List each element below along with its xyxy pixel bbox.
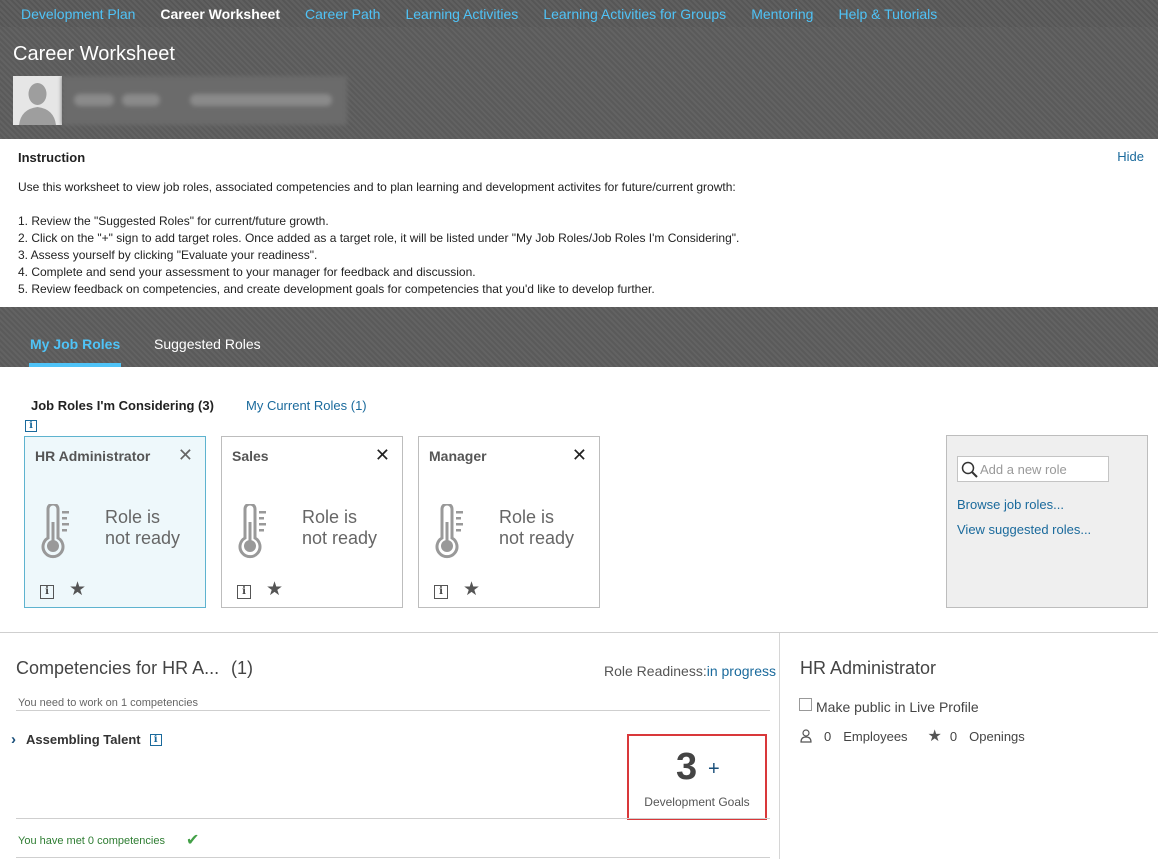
- star-icon: ★: [927, 728, 942, 745]
- right-panel-title: HR Administrator: [800, 658, 937, 678]
- role-readiness: Role Readiness:in progress: [604, 663, 776, 679]
- avatar: [13, 76, 62, 125]
- instruction-step: 2. Click on the "+" sign to add target r…: [18, 231, 740, 245]
- instruction-step: 3. Assess yourself by clicking "Evaluate…: [18, 248, 318, 262]
- need-work-text: You need to work on 1 competencies: [18, 697, 198, 709]
- instruction-panel: Instruction Hide Use this worksheet to v…: [0, 139, 1158, 307]
- section-divider: [0, 632, 1158, 633]
- chevron-right-icon[interactable]: ›: [11, 731, 16, 748]
- add-goal-icon[interactable]: +: [708, 759, 720, 779]
- role-status: Role is not ready: [499, 507, 574, 549]
- thermometer-icon: [238, 504, 266, 559]
- nav-learning-activities[interactable]: Learning Activities: [405, 6, 518, 22]
- role-status: Role is not ready: [302, 507, 377, 549]
- role-status: Role is not ready: [105, 507, 180, 549]
- nav-learning-activities-groups[interactable]: Learning Activities for Groups: [543, 6, 726, 22]
- instruction-step: 4. Complete and send your assessment to …: [18, 265, 476, 279]
- page-header: Career Worksheet: [0, 27, 1158, 139]
- info-icon[interactable]: i: [25, 420, 37, 432]
- page-title: Career Worksheet: [13, 43, 175, 65]
- person-icon: [800, 729, 812, 743]
- role-card-sales[interactable]: Sales ✕ Role is not ready i ★: [221, 436, 403, 608]
- close-icon[interactable]: ✕: [375, 446, 390, 464]
- subtab-roles-considering[interactable]: Job Roles I'm Considering (3): [31, 398, 214, 413]
- role-card-title: Sales: [232, 448, 269, 464]
- nav-development-plan[interactable]: Development Plan: [21, 6, 135, 22]
- thermometer-icon: [435, 504, 463, 559]
- development-goals-button[interactable]: 3 + Development Goals: [627, 734, 767, 820]
- role-card-title: HR Administrator: [35, 448, 151, 464]
- tab-suggested-roles[interactable]: Suggested Roles: [154, 336, 261, 352]
- thermometer-icon: [41, 504, 69, 559]
- roles-tabs-bar: My Job Roles Suggested Roles: [0, 307, 1158, 367]
- competencies-divider: [16, 818, 770, 819]
- search-icon: [961, 461, 978, 478]
- nav-career-worksheet[interactable]: Career Worksheet: [160, 6, 280, 22]
- role-stats: 0 Employees ★ 0 Openings: [800, 726, 1025, 746]
- close-icon[interactable]: ✕: [178, 446, 193, 464]
- user-silhouette-icon: [13, 76, 62, 125]
- add-role-field[interactable]: [957, 456, 1109, 482]
- info-icon[interactable]: i: [40, 585, 54, 599]
- view-suggested-roles-link[interactable]: View suggested roles...: [957, 522, 1091, 537]
- competencies-divider: [16, 710, 770, 711]
- top-navigation: Development Plan Career Worksheet Career…: [0, 0, 1158, 27]
- instruction-intro: Use this worksheet to view job roles, as…: [18, 180, 736, 194]
- competencies-count: (1): [231, 658, 253, 678]
- role-status-line: not ready: [302, 528, 378, 548]
- openings-label: Openings: [969, 728, 1025, 744]
- hide-instruction-link[interactable]: Hide: [1117, 149, 1144, 164]
- role-status-line: not ready: [499, 528, 575, 548]
- goal-count: 3: [676, 746, 698, 788]
- competency-name: Assembling Talent: [26, 732, 141, 747]
- employees-label: Employees: [843, 728, 908, 744]
- browse-job-roles-link[interactable]: Browse job roles...: [957, 497, 1064, 512]
- star-icon[interactable]: ★: [69, 580, 86, 600]
- make-public-checkbox[interactable]: [799, 698, 812, 711]
- employees-count: 0: [824, 728, 832, 744]
- instruction-step: 5. Review feedback on competencies, and …: [18, 282, 655, 296]
- role-card-hr-administrator[interactable]: HR Administrator ✕ Role is not ready i ★: [24, 436, 206, 608]
- add-role-panel: Browse job roles... View suggested roles…: [946, 435, 1148, 608]
- role-status-line: not ready: [105, 528, 181, 548]
- met-competencies-text: You have met 0 competencies: [18, 835, 165, 847]
- role-card-title: Manager: [429, 448, 487, 464]
- info-icon[interactable]: i: [149, 733, 162, 746]
- competency-row[interactable]: › Assembling Talent i: [11, 731, 162, 748]
- nav-mentoring[interactable]: Mentoring: [751, 6, 813, 22]
- add-role-input[interactable]: [980, 459, 1106, 479]
- star-icon[interactable]: ★: [463, 580, 480, 600]
- competencies-divider: [16, 857, 770, 858]
- role-card-manager[interactable]: Manager ✕ Role is not ready i ★: [418, 436, 600, 608]
- star-icon[interactable]: ★: [266, 580, 283, 600]
- nav-help-tutorials[interactable]: Help & Tutorials: [838, 6, 937, 22]
- checkmark-icon: ✔: [186, 832, 200, 849]
- goal-label: Development Goals: [644, 795, 750, 809]
- role-status-line: Role is: [105, 507, 161, 527]
- instruction-step: 1. Review the "Suggested Roles" for curr…: [18, 214, 329, 228]
- tab-my-job-roles[interactable]: My Job Roles: [30, 336, 120, 352]
- role-status-line: Role is: [499, 507, 555, 527]
- make-public-label: Make public in Live Profile: [816, 699, 979, 715]
- openings-count: 0: [949, 728, 958, 744]
- role-readiness-link[interactable]: in progress: [707, 663, 776, 679]
- info-icon[interactable]: i: [434, 585, 448, 599]
- active-tab-indicator: [29, 363, 121, 367]
- redacted-user-info: [62, 76, 347, 125]
- close-icon[interactable]: ✕: [572, 446, 587, 464]
- info-icon[interactable]: i: [237, 585, 251, 599]
- panel-divider: [779, 633, 780, 859]
- nav-career-path[interactable]: Career Path: [305, 6, 380, 22]
- instruction-steps: 1. Review the "Suggested Roles" for curr…: [18, 213, 739, 298]
- subtab-current-roles[interactable]: My Current Roles (1): [246, 398, 367, 413]
- competencies-title: Competencies for HR A...: [16, 658, 220, 678]
- role-status-line: Role is: [302, 507, 358, 527]
- instruction-title: Instruction: [18, 150, 86, 165]
- role-readiness-label: Role Readiness:: [604, 663, 707, 679]
